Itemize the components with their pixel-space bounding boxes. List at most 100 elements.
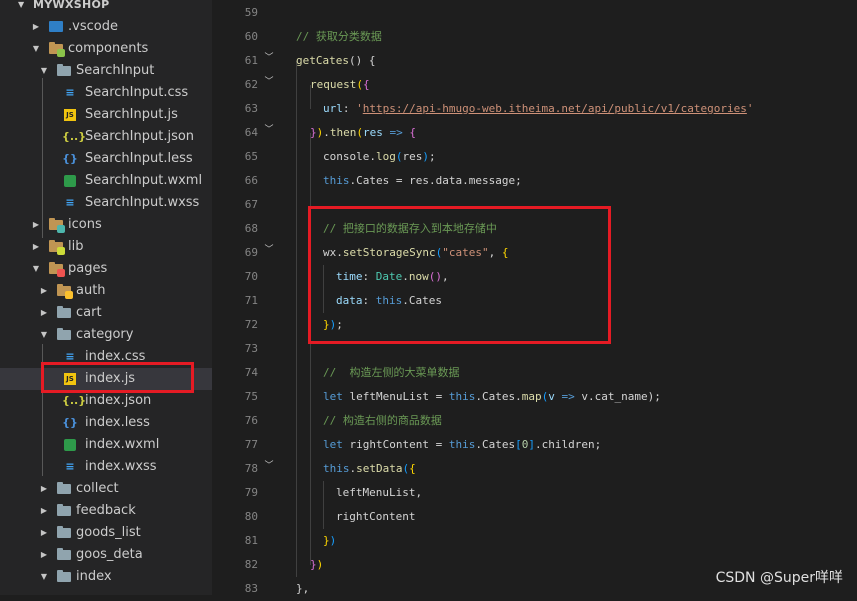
tree-item-cart[interactable]: ▶ cart — [0, 302, 212, 324]
code-text: console — [323, 150, 370, 163]
code-function-name: map — [521, 390, 542, 403]
fold-chevron-icon[interactable]: ﹀ — [262, 46, 276, 70]
code-keyword: this — [323, 462, 350, 475]
tree-item-label: index.wxml — [85, 437, 160, 452]
tree-item-file[interactable]: {..} index.json — [0, 390, 212, 412]
tree-item-label: goos_deta — [76, 547, 143, 562]
chevron-down-icon: ▼ — [18, 0, 25, 9]
tree-item-label: goods_list — [76, 525, 141, 540]
tree-item-label: lib — [68, 239, 84, 254]
folder-icon — [56, 526, 72, 540]
code-line-64: }).then(res => { — [310, 126, 416, 139]
code-url-link[interactable]: https://api-hmugo-web.itheima.net/api/pu… — [363, 102, 747, 115]
code-line-65: console.log(res); — [323, 150, 436, 163]
line-number: 62 — [244, 78, 258, 91]
code-comment: // 构造右侧的商品数据 — [323, 414, 442, 427]
line-number: 71 — [244, 294, 258, 307]
tree-item-pages[interactable]: ▼ pages — [0, 258, 212, 280]
line-number: 60 — [244, 30, 258, 43]
code-comment: // 获取分类数据 — [296, 30, 382, 43]
tree-item-label: category — [76, 327, 134, 342]
tree-item-components[interactable]: ▼ components — [0, 38, 212, 60]
code-keyword: this — [448, 438, 476, 451]
code-text: rightContent — [336, 510, 416, 523]
tree-item-index[interactable]: ▼ index — [0, 566, 212, 588]
code-text: .children; — [534, 438, 602, 451]
less-file-icon: {} — [62, 416, 78, 429]
tree-item-collect[interactable]: ▶ collect — [0, 478, 212, 500]
tree-item-goos-deta[interactable]: ▶ goos_deta — [0, 544, 212, 566]
line-number: 83 — [244, 582, 258, 595]
tree-item-file[interactable]: SearchInput.wxml — [0, 170, 212, 192]
code-line-60: // 获取分类数据 — [296, 25, 382, 49]
code-text: v.cat_name); — [581, 390, 661, 403]
lib-folder-icon — [48, 240, 65, 255]
wxss-file-icon: ≡ — [65, 196, 75, 209]
line-number: 76 — [244, 414, 258, 427]
code-line-63: url: 'https://api-hmugo-web.itheima.net/… — [323, 102, 754, 115]
fold-chevron-icon[interactable]: ﹀ — [262, 118, 276, 142]
chevron-right-icon: ▶ — [40, 550, 48, 559]
tree-item-auth[interactable]: ▶ auth — [0, 280, 212, 302]
explorer-sidebar: ▼ MYWXSHOP ▶ .vscode ▼ components ▼ Sear… — [0, 0, 212, 595]
code-line-80: rightContent — [336, 505, 415, 529]
code-function-name: log — [375, 150, 396, 163]
json-file-icon: {..} — [62, 394, 87, 407]
code-keyword: let — [323, 438, 343, 451]
explorer-root[interactable]: ▼ MYWXSHOP — [0, 0, 212, 15]
code-keyword: let — [323, 390, 343, 403]
auth-folder-icon — [56, 284, 73, 299]
line-number: 63 — [244, 102, 258, 115]
chevron-down-icon: ▼ — [40, 330, 48, 339]
tree-item-label: auth — [76, 283, 106, 298]
tree-item-goods-list[interactable]: ▶ goods_list — [0, 522, 212, 544]
line-number: 64 — [244, 126, 258, 139]
tree-item-category[interactable]: ▼ category — [0, 324, 212, 346]
folder-icon — [56, 482, 72, 496]
tree-item-vscode[interactable]: ▶ .vscode — [0, 16, 212, 38]
folder-icon — [56, 570, 72, 584]
tree-item-file[interactable]: ≡ SearchInput.css — [0, 82, 212, 104]
tree-item-label: cart — [76, 305, 102, 320]
tree-item-feedback[interactable]: ▶ feedback — [0, 500, 212, 522]
json-file-icon: {..} — [62, 130, 87, 143]
folder-icon — [56, 548, 72, 562]
chevron-down-icon: ▼ — [32, 44, 40, 53]
code-line-81: }) — [323, 534, 337, 547]
wxml-file-icon — [64, 439, 76, 451]
explorer-root-label: MYWXSHOP — [33, 0, 110, 11]
tree-item-label: SearchInput.css — [85, 85, 189, 100]
line-number: 61 — [244, 54, 258, 67]
line-number: 74 — [244, 366, 258, 379]
tree-item-label: index — [76, 569, 112, 584]
tree-item-file[interactable]: ≡ SearchInput.wxss — [0, 192, 212, 214]
tree-item-file[interactable]: {} index.less — [0, 412, 212, 434]
tree-item-lib[interactable]: ▶ lib — [0, 236, 212, 258]
code-line-76: // 构造右侧的商品数据 — [323, 409, 442, 433]
line-number: 59 — [244, 6, 258, 19]
less-file-icon: {} — [62, 152, 78, 165]
line-number: 65 — [244, 150, 258, 163]
fold-chevron-icon[interactable]: ﹀ — [262, 454, 276, 478]
line-number: 69 — [244, 246, 258, 259]
tree-item-icons[interactable]: ▶ icons — [0, 214, 212, 236]
tree-item-file[interactable]: {} SearchInput.less — [0, 148, 212, 170]
folder-icon — [56, 306, 72, 320]
code-function-name: getCates — [296, 54, 349, 67]
code-param: res — [363, 126, 383, 139]
code-function-name: setData — [356, 462, 403, 475]
tree-item-label: icons — [68, 217, 102, 232]
tree-item-label: feedback — [76, 503, 136, 518]
tree-item-file[interactable]: ≡ index.wxss — [0, 456, 212, 478]
fold-chevron-icon[interactable]: ﹀ — [262, 70, 276, 94]
code-line-78: this.setData({ — [323, 462, 416, 475]
line-number: 80 — [244, 510, 258, 523]
fold-chevron-icon[interactable]: ﹀ — [262, 238, 276, 262]
tree-item-label: index.less — [85, 415, 150, 430]
tree-item-searchinput[interactable]: ▼ SearchInput — [0, 60, 212, 82]
code-function-name: request — [310, 78, 357, 91]
code-param: v — [548, 390, 555, 403]
tree-item-file[interactable]: {..} SearchInput.json — [0, 126, 212, 148]
tree-item-file[interactable]: JS SearchInput.js — [0, 104, 212, 126]
tree-item-file[interactable]: index.wxml — [0, 434, 212, 456]
